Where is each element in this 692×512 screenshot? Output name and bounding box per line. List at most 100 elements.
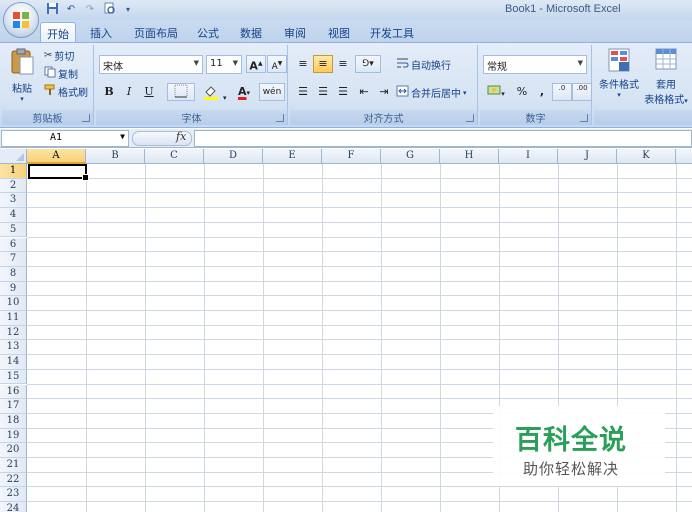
tab-formulas[interactable]: 公式 [191, 22, 225, 42]
align-right-button[interactable]: ☰ [333, 83, 353, 101]
increase-indent-button[interactable]: ⇥ [374, 83, 394, 101]
number-dialog-launcher[interactable] [580, 114, 588, 122]
row-header-17[interactable]: 17 [0, 399, 27, 414]
phonetic-button[interactable]: wén [259, 83, 285, 101]
row-header-10[interactable]: 10 [0, 296, 27, 311]
row-header-4[interactable]: 4 [0, 208, 27, 223]
align-bottom-button[interactable]: ≡ [333, 55, 353, 73]
ribbon-tabs: 开始 插入 页面布局 公式 数据 审阅 视图 开发工具 [0, 20, 692, 42]
row-header-8[interactable]: 8 [0, 266, 27, 282]
row-header-20[interactable]: 20 [0, 443, 27, 458]
row-header-24[interactable]: 24 [0, 502, 27, 512]
row-header-23[interactable]: 23 [0, 487, 27, 503]
column-header-d[interactable]: D [204, 149, 263, 164]
font-dialog-launcher[interactable] [276, 114, 284, 122]
column-gridline [145, 164, 146, 512]
wrap-text-button[interactable]: 自动换行 [396, 56, 451, 73]
name-box[interactable]: A1 ▼ [1, 130, 129, 147]
percent-button[interactable]: % [512, 83, 532, 101]
align-left-button[interactable]: ☰ [293, 83, 313, 101]
column-header-a[interactable]: A [27, 149, 86, 164]
column-header-c[interactable]: C [145, 149, 204, 164]
merge-center-button[interactable]: 合并后居中 ▾ [396, 84, 467, 101]
tab-developer[interactable]: 开发工具 [364, 22, 420, 42]
conditional-format-button[interactable]: 条件格式 ▾ [596, 47, 642, 99]
row-header-5[interactable]: 5 [0, 222, 27, 238]
grow-font-button[interactable]: A▲ [246, 55, 266, 73]
row-header-9[interactable]: 9 [0, 281, 27, 297]
tab-data[interactable]: 数据 [234, 22, 268, 42]
tab-insert[interactable]: 插入 [84, 22, 118, 42]
row-header-6[interactable]: 6 [0, 237, 27, 253]
column-header-i[interactable]: I [499, 149, 558, 164]
tab-view[interactable]: 视图 [322, 22, 356, 42]
border-button[interactable] [167, 83, 195, 101]
row-header-11[interactable]: 11 [0, 311, 27, 326]
copy-button[interactable]: 复制 [44, 65, 78, 82]
row-header-2[interactable]: 2 [0, 178, 27, 194]
row-header-7[interactable]: 7 [0, 252, 27, 267]
print-preview-icon[interactable] [101, 2, 117, 18]
column-gridline [381, 164, 382, 512]
formula-input[interactable] [194, 130, 692, 147]
row-header-14[interactable]: 14 [0, 355, 27, 370]
customize-icon[interactable]: ▾ [120, 2, 136, 18]
number-format-select[interactable]: 常规 ▼ [483, 55, 587, 74]
row-header-18[interactable]: 18 [0, 413, 27, 429]
save-icon[interactable] [44, 2, 60, 18]
tab-review[interactable]: 审阅 [278, 22, 312, 42]
ribbon: 粘贴 ▾ ✂剪切 复制 格式刷 剪贴板 宋体▼ 11▼ A▲ A▼ B I [0, 42, 692, 128]
italic-button[interactable]: I [119, 83, 139, 101]
row-header-16[interactable]: 16 [0, 384, 27, 400]
align-top-button[interactable]: ≡ [293, 55, 313, 73]
row-header-3[interactable]: 3 [0, 193, 27, 209]
comma-button[interactable]: , [532, 83, 552, 101]
column-header-k[interactable]: K [617, 149, 676, 164]
orientation-button[interactable]: ⅁▾ [355, 55, 381, 73]
watermark-title: 百科全说 [515, 425, 627, 456]
paste-button[interactable]: 粘贴 ▾ [4, 47, 40, 103]
tab-page-layout[interactable]: 页面布局 [128, 22, 184, 42]
row-header-12[interactable]: 12 [0, 325, 27, 341]
select-all-button[interactable] [0, 149, 27, 164]
align-center-button[interactable]: ☰ [313, 83, 333, 101]
insert-function-button[interactable]: fx [176, 130, 186, 143]
column-header-b[interactable]: B [86, 149, 145, 164]
row-header-13[interactable]: 13 [0, 340, 27, 356]
column-header-partial[interactable] [676, 149, 692, 164]
column-header-e[interactable]: E [263, 149, 322, 164]
active-cell[interactable] [28, 164, 89, 181]
font-name-select[interactable]: 宋体 ▼ [99, 55, 203, 74]
tab-home[interactable]: 开始 [40, 22, 76, 42]
decrease-decimal-button[interactable]: .00 [572, 83, 592, 101]
row-header-15[interactable]: 15 [0, 369, 27, 385]
row-header-22[interactable]: 22 [0, 472, 27, 488]
undo-icon[interactable]: ↶ [63, 2, 79, 18]
office-button[interactable] [3, 2, 39, 38]
format-painter-button[interactable]: 格式刷 [44, 83, 88, 100]
column-header-f[interactable]: F [322, 149, 381, 164]
bold-button[interactable]: B [99, 83, 119, 101]
font-color-button[interactable]: A▾ [230, 83, 258, 101]
underline-button[interactable]: U [139, 83, 159, 101]
row-header-1[interactable]: 1 [0, 164, 27, 179]
increase-decimal-button[interactable]: .0 [552, 83, 572, 101]
column-header-h[interactable]: H [440, 149, 499, 164]
shrink-font-button[interactable]: A▼ [267, 55, 287, 73]
column-header-g[interactable]: G [381, 149, 440, 164]
cut-button[interactable]: ✂ 剪切 [44, 47, 74, 64]
redo-icon[interactable]: ↷ [82, 2, 98, 18]
format-as-table-button[interactable]: 套用 表格格式▾ [642, 47, 690, 106]
alignment-dialog-launcher[interactable] [466, 114, 474, 122]
row-header-19[interactable]: 19 [0, 428, 27, 444]
accounting-format-button[interactable]: ▾ [483, 83, 509, 101]
font-size-select[interactable]: 11 ▼ [206, 55, 242, 74]
fill-color-button[interactable]: ▾ [200, 83, 230, 102]
watermark: 百科全说 助你轻松解决 [493, 406, 665, 486]
decrease-indent-button[interactable]: ⇤ [354, 83, 374, 101]
column-header-j[interactable]: J [558, 149, 617, 164]
clipboard-dialog-launcher[interactable] [82, 114, 90, 122]
align-middle-button[interactable]: ≡ [313, 55, 333, 73]
column-gridline [263, 164, 264, 512]
row-header-21[interactable]: 21 [0, 458, 27, 473]
